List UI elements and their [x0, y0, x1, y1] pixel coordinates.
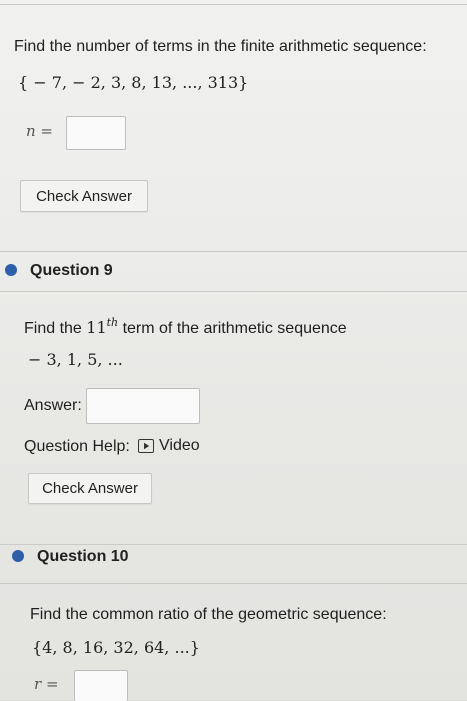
q10-header-top-divider — [0, 544, 467, 545]
q9-answer-label: Answer: — [24, 397, 82, 414]
q9-prompt-before: Find the — [24, 320, 87, 337]
q9-help-label: Question Help: — [24, 438, 130, 455]
q9-video-label: Video — [159, 437, 200, 454]
q8-check-answer-button[interactable]: Check Answer — [20, 180, 148, 212]
q8-answer-input[interactable] — [66, 116, 126, 150]
q10-variable-label: r = — [34, 675, 59, 693]
top-divider — [0, 4, 467, 5]
q8-sequence: { − 7, − 2, 3, 8, 13, ..., 313} — [18, 73, 249, 92]
q10-prompt: Find the common ratio of the geometric s… — [30, 606, 387, 623]
q9-sequence: − 3, 1, 5, ... — [28, 350, 123, 369]
play-video-icon — [138, 439, 154, 453]
q10-header-bottom-divider — [0, 583, 467, 584]
q10-sequence: {4, 8, 16, 32, 64, ...} — [32, 638, 200, 657]
q10-title[interactable]: Question 10 — [37, 548, 129, 566]
quiz-page: Find the number of terms in the finite a… — [0, 0, 467, 701]
q9-video-link[interactable]: Video — [138, 437, 200, 455]
q9-prompt: Find the 11th term of the arithmetic seq… — [24, 316, 347, 338]
q9-prompt-after: term of the arithmetic sequence — [118, 320, 347, 337]
q9-title[interactable]: Question 9 — [30, 262, 113, 280]
q9-answer-input[interactable] — [86, 388, 200, 424]
q9-ordinal-suffix: th — [106, 316, 119, 329]
q9-check-answer-button[interactable]: Check Answer — [28, 473, 152, 504]
q9-header-bottom-divider — [0, 291, 467, 292]
q9-header-top-divider — [0, 251, 467, 252]
question-bullet-icon — [5, 264, 17, 276]
q9-ordinal-number: 11 — [86, 318, 107, 337]
q10-answer-input[interactable] — [74, 670, 128, 701]
q8-prompt: Find the number of terms in the finite a… — [14, 38, 427, 55]
question-bullet-icon — [12, 550, 24, 562]
q8-variable-label: n = — [26, 122, 53, 140]
